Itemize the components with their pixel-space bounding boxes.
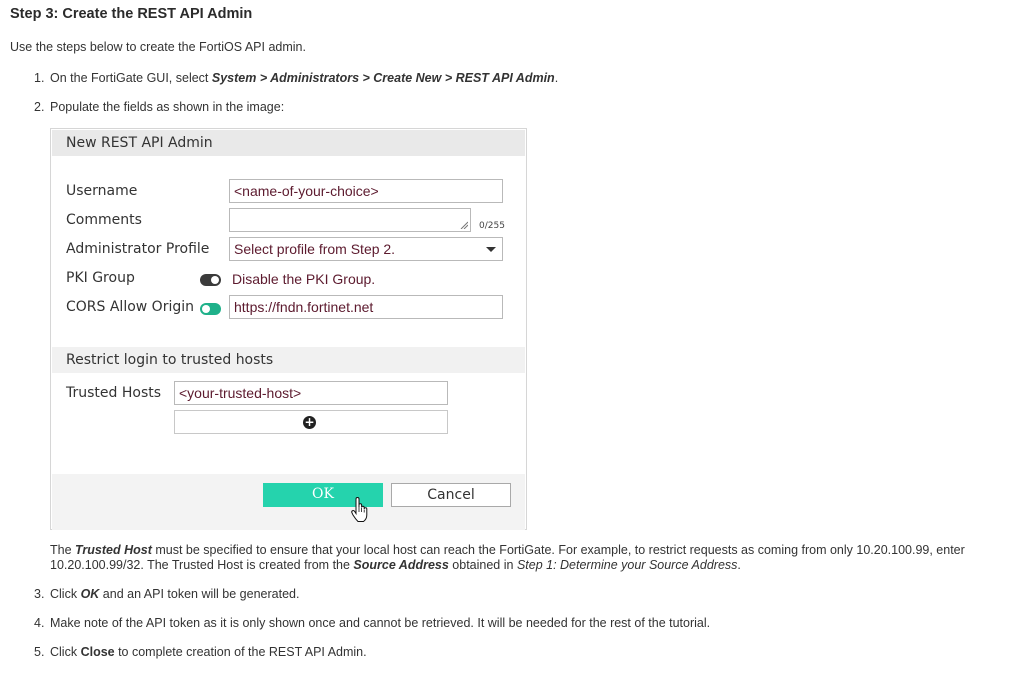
add-trusted-host-button[interactable]: + xyxy=(174,410,448,434)
admin-profile-select[interactable]: Select profile from Step 2. xyxy=(229,237,503,261)
intro-text: Use the steps below to create the FortiO… xyxy=(10,40,306,54)
hand-cursor-icon xyxy=(351,497,368,522)
pki-group-toggle[interactable] xyxy=(200,274,221,286)
comments-counter: 0/255 xyxy=(479,221,505,231)
trusted-host-field[interactable]: <your-trusted-host> xyxy=(174,381,448,405)
cors-origin-field[interactable]: https://fndn.fortinet.net xyxy=(229,295,503,319)
menu-path: System > Administrators > Create New > R… xyxy=(211,71,555,85)
trusted-host-note: The Trusted Host must be specified to en… xyxy=(50,543,965,572)
step-4: 4. Make note of the API token as it is on… xyxy=(34,616,711,630)
dialog-title: New REST API Admin xyxy=(52,130,525,156)
trusted-hosts-label: Trusted Hosts xyxy=(66,385,162,401)
step-3: 3. Click OK and an API token will be gene… xyxy=(34,587,300,601)
cors-toggle[interactable] xyxy=(200,303,221,315)
admin-profile-label: Administrator Profile xyxy=(66,241,210,257)
username-field[interactable]: <name-of-your-choice> xyxy=(229,179,503,203)
pki-group-note: Disable the PKI Group. xyxy=(232,271,376,287)
step-5: 5. Click Close to complete creation of th… xyxy=(34,645,367,659)
comments-textarea[interactable] xyxy=(229,208,471,232)
cancel-button[interactable]: Cancel xyxy=(391,483,511,507)
trusted-hosts-section: Restrict login to trusted hosts xyxy=(52,347,525,373)
page-heading: Step 3: Create the REST API Admin xyxy=(10,6,253,22)
toggle-knob xyxy=(202,305,210,313)
pki-group-label: PKI Group xyxy=(66,270,135,286)
username-label: Username xyxy=(66,183,138,199)
resize-grip-icon[interactable] xyxy=(460,221,468,229)
step-2: 2. Populate the fields as shown in the im… xyxy=(34,100,285,114)
cors-label: CORS Allow Origin xyxy=(66,299,194,315)
comments-label: Comments xyxy=(66,212,142,228)
plus-circle-icon: + xyxy=(303,415,316,429)
new-rest-api-admin-dialog: New REST API Admin Username <name-of-you… xyxy=(50,128,527,530)
chevron-down-icon xyxy=(486,247,496,252)
toggle-knob xyxy=(211,276,219,284)
step-1: 1. On the FortiGate GUI, select System > … xyxy=(34,71,559,85)
